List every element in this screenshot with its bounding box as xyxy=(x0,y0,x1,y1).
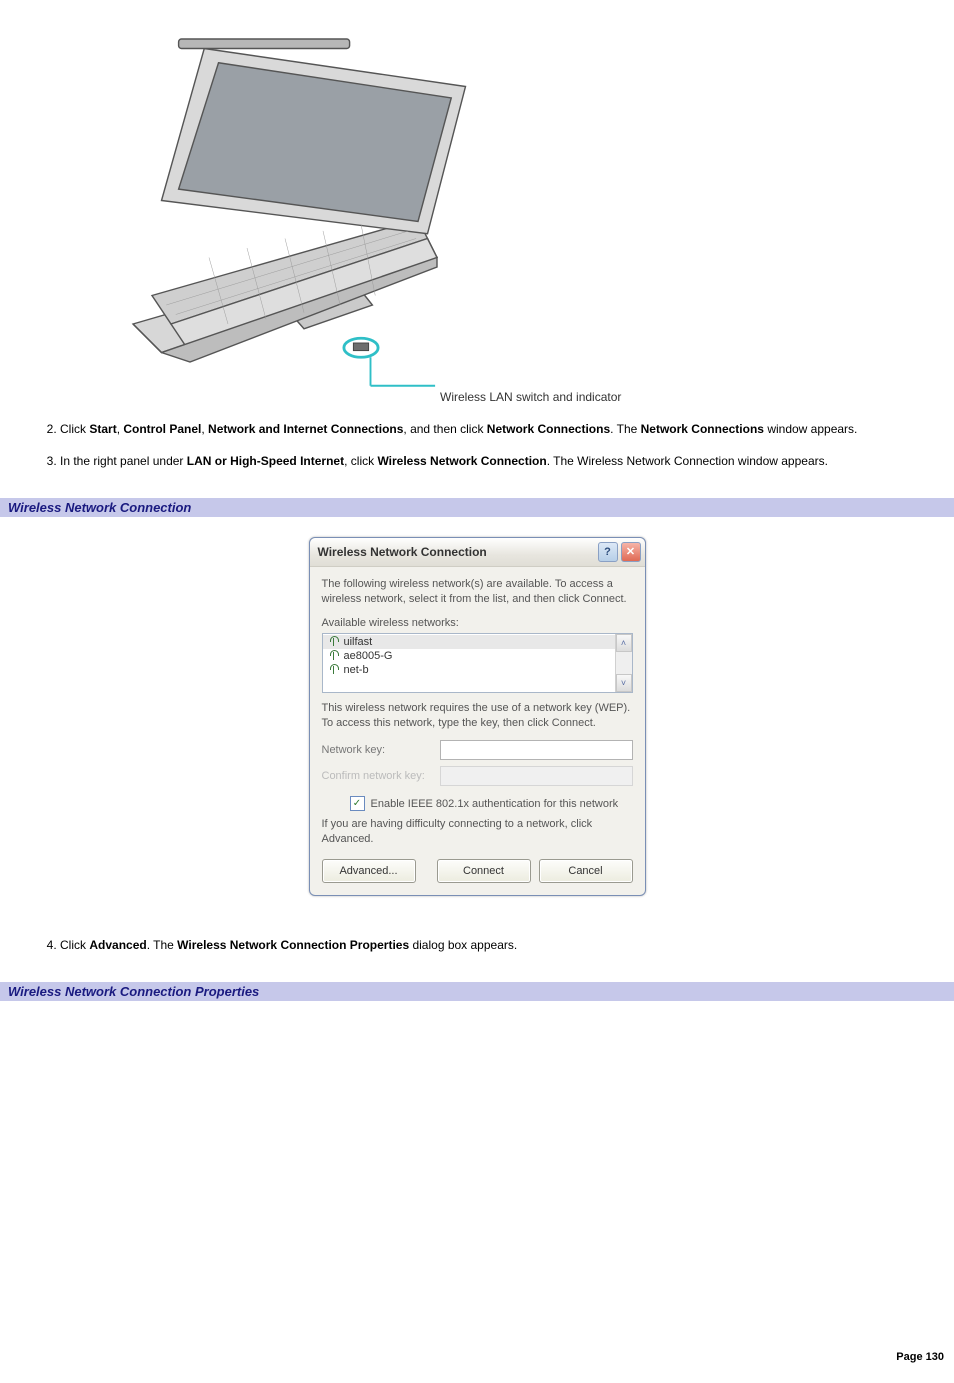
laptop-svg xyxy=(60,20,700,400)
ieee-checkbox[interactable]: ✓ xyxy=(350,796,365,811)
dialog-title: Wireless Network Connection xyxy=(318,545,487,559)
ieee-checkbox-label: Enable IEEE 802.1x authentication for th… xyxy=(371,798,619,810)
close-button[interactable]: ✕ xyxy=(621,542,641,562)
section-heading-wncp: Wireless Network Connection Properties xyxy=(0,982,954,1001)
step-3: In the right panel under LAN or High-Spe… xyxy=(60,452,934,470)
network-key-row: Network key: xyxy=(322,740,633,760)
connect-button[interactable]: Connect xyxy=(437,859,531,883)
confirm-key-label: Confirm network key: xyxy=(322,770,432,782)
section-heading-wnc: Wireless Network Connection xyxy=(0,498,954,517)
advanced-button[interactable]: Advanced... xyxy=(322,859,416,883)
network-item[interactable]: ae8005-G xyxy=(323,649,615,663)
cancel-button[interactable]: Cancel xyxy=(539,859,633,883)
wireless-connection-dialog: Wireless Network Connection ? ✕ The foll… xyxy=(309,537,646,896)
available-networks-label: Available wireless networks: xyxy=(322,617,633,629)
confirm-key-input xyxy=(440,766,633,786)
network-key-input[interactable] xyxy=(440,740,633,760)
network-item[interactable]: net-b xyxy=(323,663,615,677)
scrollbar[interactable]: ˄ ˅ xyxy=(615,634,632,692)
antenna-icon xyxy=(329,650,338,662)
network-name: uilfast xyxy=(344,636,373,648)
confirm-key-row: Confirm network key: xyxy=(322,766,633,786)
help-button[interactable]: ? xyxy=(598,542,618,562)
network-name: net-b xyxy=(344,664,369,676)
figure-caption: Wireless LAN switch and indicator xyxy=(440,390,621,404)
network-name: ae8005-G xyxy=(344,650,393,662)
dialog-titlebar: Wireless Network Connection ? ✕ xyxy=(310,538,645,567)
instruction-list: Click Start, Control Panel, Network and … xyxy=(40,420,934,470)
scroll-up-button[interactable]: ˄ xyxy=(616,634,632,652)
instruction-list-2: Click Advanced. The Wireless Network Con… xyxy=(40,936,934,954)
laptop-illustration: Wireless LAN switch and indicator xyxy=(60,20,700,400)
page-number: Page 130 xyxy=(0,1321,954,1383)
network-item[interactable]: uilfast xyxy=(323,635,615,649)
wep-text: This wireless network requires the use o… xyxy=(322,701,633,731)
step-4: Click Advanced. The Wireless Network Con… xyxy=(60,936,934,954)
advanced-hint: If you are having difficulty connecting … xyxy=(322,817,633,847)
antenna-icon xyxy=(329,664,338,676)
scroll-down-button[interactable]: ˅ xyxy=(616,674,632,692)
antenna-icon xyxy=(329,636,338,648)
dialog-intro-text: The following wireless network(s) are av… xyxy=(322,577,633,607)
step-2: Click Start, Control Panel, Network and … xyxy=(60,420,934,438)
network-key-label: Network key: xyxy=(322,744,432,756)
available-networks-list[interactable]: uilfast ae8005-G net-b ˄ ˅ xyxy=(322,633,633,693)
